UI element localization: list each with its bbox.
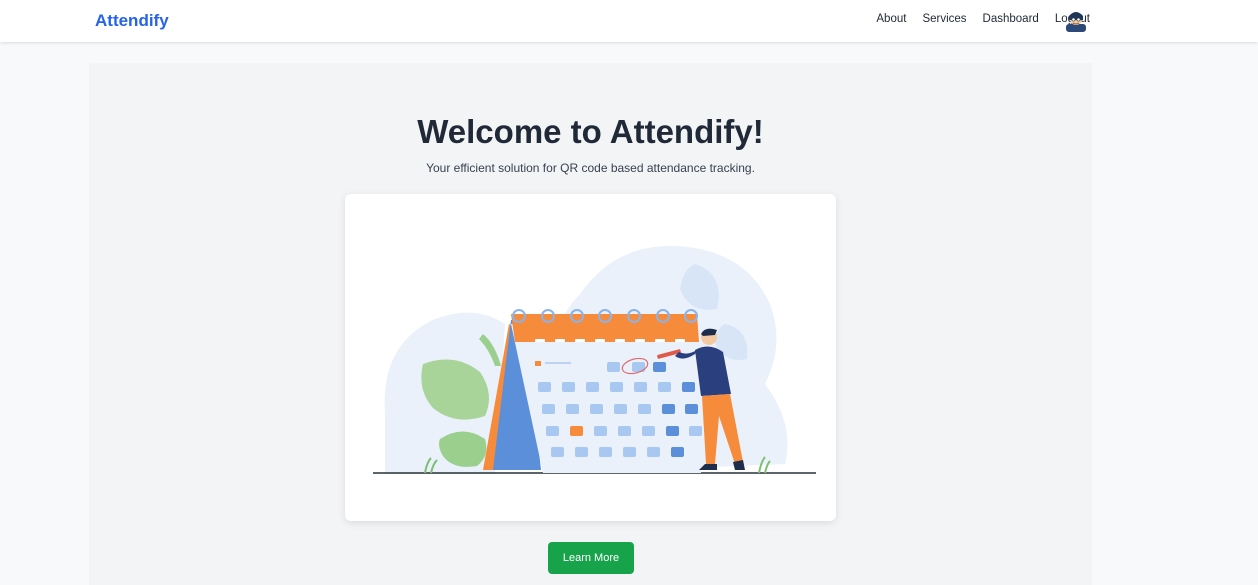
user-avatar-icon[interactable] <box>1064 8 1088 32</box>
navbar: Attendify About Services Dashboard Logou… <box>0 0 1258 42</box>
nav-link-services[interactable]: Services <box>922 13 966 25</box>
calendar-illustration <box>373 245 816 474</box>
page-title: Welcome to Attendify! <box>417 113 764 150</box>
hero-section: Welcome to Attendify! Your efficient sol… <box>89 63 1092 585</box>
illustration-card <box>345 194 836 521</box>
nav-link-about[interactable]: About <box>876 13 906 25</box>
page-subtitle: Your efficient solution for QR code base… <box>426 161 755 175</box>
brand-logo[interactable]: Attendify <box>95 11 169 31</box>
learn-more-button[interactable]: Learn More <box>548 542 634 574</box>
nav-link-dashboard[interactable]: Dashboard <box>983 13 1039 25</box>
nav-links: About Services Dashboard Logout <box>876 13 1090 25</box>
